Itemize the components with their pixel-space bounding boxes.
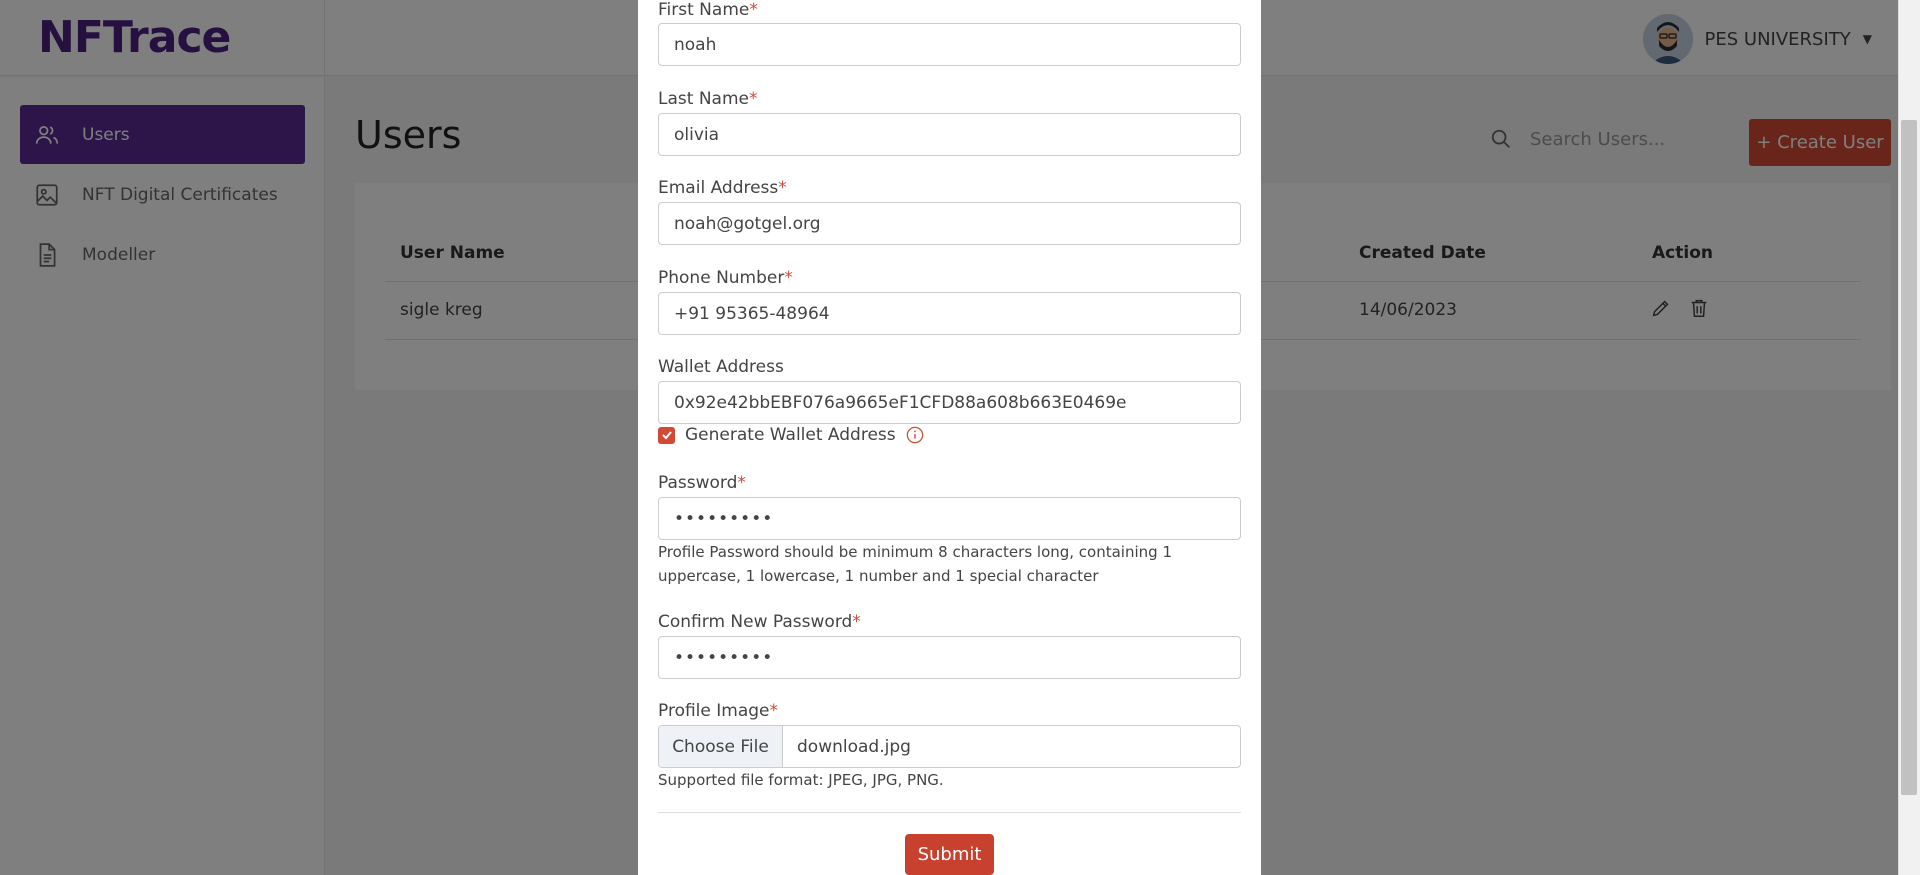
email-label: Email Address* (658, 178, 787, 198)
generate-wallet-row: Generate Wallet Address (658, 425, 924, 445)
wallet-address-field[interactable]: 0x92e42bbEBF076a9665eF1CFD88a608b663E046… (658, 381, 1241, 424)
info-icon[interactable] (906, 426, 924, 444)
submit-button[interactable]: Submit (905, 834, 994, 875)
generate-wallet-label[interactable]: Generate Wallet Address (685, 425, 896, 445)
last-name-input[interactable]: olivia (658, 113, 1241, 156)
first-name-input[interactable]: noah (658, 23, 1241, 66)
wallet-label: Wallet Address (658, 357, 784, 377)
scrollbar[interactable] (1898, 0, 1920, 875)
confirm-password-label: Confirm New Password* (658, 612, 861, 632)
check-icon (661, 431, 672, 440)
confirm-password-field[interactable]: ••••••••• (658, 636, 1241, 679)
modal-divider (658, 812, 1241, 813)
password-label: Password* (658, 473, 746, 493)
generate-wallet-checkbox[interactable] (658, 426, 675, 444)
phone-field[interactable]: +91 95365-48964 (658, 292, 1241, 335)
create-user-modal: First Name* noah Last Name* olivia Email… (638, 0, 1261, 875)
selected-file-name: download.jpg (797, 736, 911, 757)
phone-label: Phone Number* (658, 268, 793, 288)
scrollbar-thumb[interactable] (1901, 120, 1917, 795)
profile-image-label: Profile Image* (658, 701, 779, 721)
file-format-help: Supported file format: JPEG, JPG, PNG. (658, 771, 944, 789)
profile-image-file-input[interactable]: Choose File download.jpg (658, 725, 1241, 768)
first-name-label: First Name* (658, 0, 758, 20)
email-field[interactable]: noah@gotgel.org (658, 202, 1241, 245)
password-help-text: Profile Password should be minimum 8 cha… (658, 543, 1172, 585)
last-name-label: Last Name* (658, 89, 758, 109)
password-field[interactable]: ••••••••• (658, 497, 1241, 540)
choose-file-button[interactable]: Choose File (659, 726, 783, 767)
